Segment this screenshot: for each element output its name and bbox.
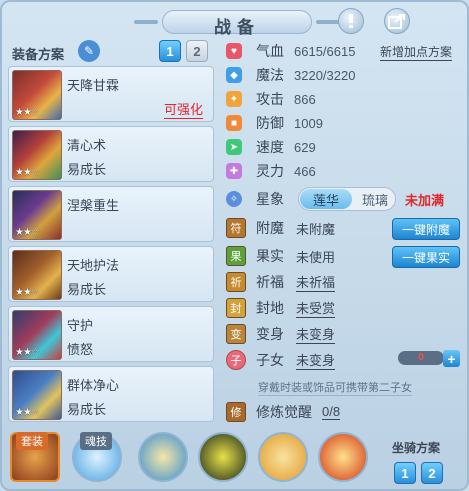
suit-tag: 套装 — [16, 432, 48, 450]
skill-thumb: ★★☆ — [12, 130, 62, 180]
title-ornament-right — [316, 20, 340, 24]
second-child-hint: 穿戴时装或饰品可携带第二子女 — [258, 379, 412, 396]
heart-icon: ♥ — [226, 43, 242, 59]
skill-thumb: ★★☆ — [12, 310, 62, 360]
fief-link[interactable]: 未受赏 — [296, 298, 336, 318]
item-trait: 愤怒 — [67, 342, 94, 357]
help-button[interactable] — [338, 8, 364, 34]
child-count-bar: 0 — [398, 351, 444, 365]
page-title: 战备 — [214, 18, 260, 37]
title-banner: 战备 — [134, 8, 340, 38]
stat-mp: ◆ 魔法 3220/3220 — [226, 64, 355, 86]
pet-skill-slot-2[interactable] — [198, 432, 248, 482]
item-trait: 易成长 — [67, 282, 107, 297]
awaken-icon: 修 — [226, 402, 246, 422]
soul-skill-tag: 魂技 — [80, 432, 112, 450]
mount-tab-2[interactable]: 2 — [421, 462, 443, 484]
pet-skill-slot-3[interactable] — [258, 432, 308, 482]
awaken-row: 修 修炼觉醒 0/8 — [226, 400, 341, 424]
stat-hp: ♥ 气血 6615/6615 — [226, 40, 355, 62]
star-sign-option-glaze[interactable]: 琉璃 — [355, 189, 395, 209]
pet-skill-slot-4[interactable] — [318, 432, 368, 482]
transform-link[interactable]: 未变身 — [296, 324, 336, 344]
scheme-tab-1[interactable]: 1 — [159, 40, 181, 62]
transform-row: 变 变身 未变身 — [226, 322, 336, 346]
enchant-row: 符 附魔 未附魔 — [226, 216, 335, 240]
share-icon — [388, 14, 405, 29]
stat-speed: ➤ 速度 629 — [226, 136, 316, 158]
shield-icon: ■ — [226, 115, 242, 131]
mount-scheme-label: 坐骑方案 — [392, 441, 441, 455]
item-trait: 易成长 — [67, 162, 107, 177]
one-key-fruit-button[interactable]: 一键果实 — [392, 246, 460, 268]
stat-defense: ■ 防御 1009 — [226, 112, 323, 134]
fruit-icon: 果 — [226, 246, 246, 266]
stat-spirit: ✚ 灵力 466 — [226, 160, 316, 182]
list-item[interactable]: ★★☆ 群体净心 易成长 — [8, 366, 214, 422]
help-icon — [349, 14, 353, 28]
enchant-icon: 符 — [226, 218, 246, 238]
scheme-tab-2[interactable]: 2 — [186, 40, 208, 62]
fief-row: 封 封地 未受赏 — [226, 296, 336, 320]
skill-list: ★★☆ 天降甘霖 可强化 ★★☆ 清心术 易成长 ★★☆ 涅槃重生 ★★☆ 天地… — [8, 66, 214, 424]
star-sign-toggle[interactable]: 莲华 琉璃 — [298, 187, 396, 211]
list-item[interactable]: ★★☆ 清心术 易成长 — [8, 126, 214, 182]
child-count-value: 0 — [418, 352, 424, 363]
list-item[interactable]: ★★☆ 涅槃重生 — [8, 186, 214, 242]
item-name: 天降甘霖 — [67, 78, 120, 93]
child-link[interactable]: 未变身 — [296, 350, 336, 370]
child-icon: 子 — [226, 350, 246, 370]
skill-thumb: ★★☆ — [12, 70, 62, 120]
bless-icon: 祈 — [226, 272, 246, 292]
item-trait: 易成长 — [67, 402, 107, 417]
item-name: 天地护法 — [67, 258, 120, 273]
child-add-button[interactable]: + — [443, 350, 460, 367]
skill-thumb: ★★☆ — [12, 190, 62, 240]
item-name: 涅槃重生 — [67, 198, 120, 213]
mana-icon: ◆ — [226, 67, 242, 83]
fief-icon: 封 — [226, 298, 246, 318]
list-item[interactable]: ★★☆ 天地护法 易成长 — [8, 246, 214, 302]
title-ornament-left — [134, 20, 158, 24]
one-key-enchant-button[interactable]: 一键附魔 — [392, 218, 460, 240]
item-upgradable: 可强化 — [163, 99, 203, 119]
skill-thumb: ★★☆ — [12, 370, 62, 420]
sword-icon: ✦ — [226, 91, 242, 107]
list-item[interactable]: ★★☆ 天降甘霖 可强化 — [8, 66, 214, 122]
mount-tab-1[interactable]: 1 — [394, 462, 416, 484]
speed-icon: ➤ — [226, 139, 242, 155]
equip-scheme-label: 装备方案 — [12, 47, 65, 62]
skill-thumb: ★★☆ — [12, 250, 62, 300]
star-sign-status: 未加满 — [405, 193, 445, 208]
star-sign-row: ✧ 星象 — [226, 188, 294, 210]
war-prep-panel: 战备 装备方案 ✎ 1 2 ★★☆ 天降甘霖 可强化 ★★☆ 清心术 易成长 ★… — [0, 0, 469, 491]
bless-link[interactable]: 未祈福 — [296, 272, 336, 292]
spirit-icon: ✚ — [226, 163, 242, 179]
edit-pen-icon[interactable]: ✎ — [78, 40, 100, 62]
fruit-row: 果 果实 未使用 — [226, 244, 335, 268]
stat-attack: ✦ 攻击 866 — [226, 88, 316, 110]
share-button[interactable] — [384, 8, 410, 34]
transform-icon: 变 — [226, 324, 246, 344]
item-name: 清心术 — [67, 138, 107, 153]
star-sign-option-lotus[interactable]: 莲华 — [300, 189, 352, 209]
child-row: 子 子女 未变身 — [226, 348, 336, 372]
new-points-scheme-link[interactable]: 新增加点方案 — [380, 43, 453, 61]
list-item[interactable]: ★★☆ 守护 愤怒 — [8, 306, 214, 362]
item-name: 守护 — [67, 318, 94, 333]
pet-skill-slot-1[interactable] — [138, 432, 188, 482]
awaken-value[interactable]: 0/8 — [322, 404, 341, 420]
star-sign-icon: ✧ — [226, 191, 242, 207]
item-name: 群体净心 — [67, 378, 120, 393]
bless-row: 祈 祈福 未祈福 — [226, 270, 336, 294]
